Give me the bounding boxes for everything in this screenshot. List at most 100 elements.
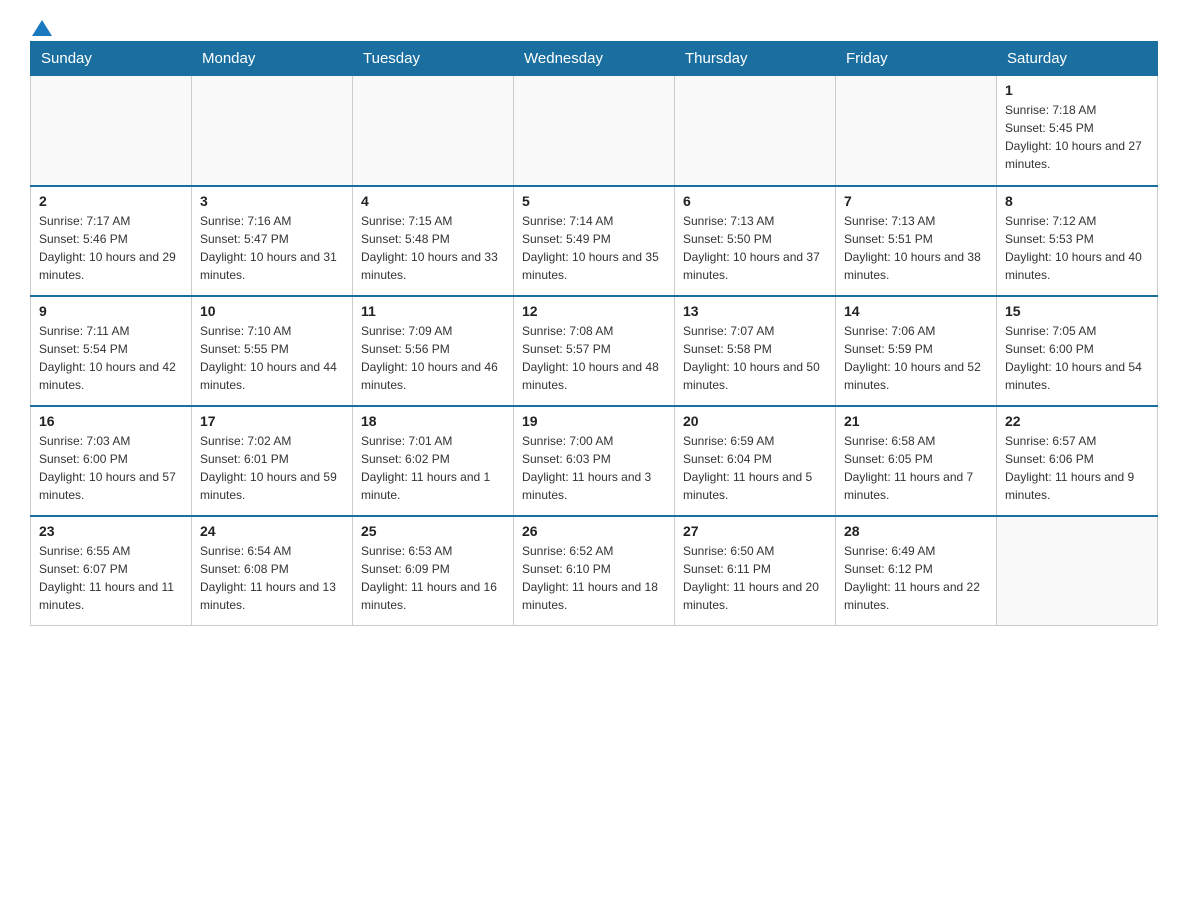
calendar-cell [192, 76, 353, 186]
page-header [30, 20, 1158, 31]
calendar-cell: 20 Sunrise: 6:59 AM Sunset: 6:04 PM Dayli… [675, 406, 836, 516]
day-number: 17 [200, 413, 344, 429]
day-number: 11 [361, 303, 505, 319]
calendar-week-row: 23 Sunrise: 6:55 AM Sunset: 6:07 PM Dayli… [31, 516, 1158, 626]
day-number: 25 [361, 523, 505, 539]
column-header-monday: Monday [192, 42, 353, 76]
calendar-cell [514, 76, 675, 186]
day-number: 2 [39, 193, 183, 209]
day-number: 14 [844, 303, 988, 319]
day-number: 4 [361, 193, 505, 209]
day-number: 18 [361, 413, 505, 429]
calendar-cell: 3 Sunrise: 7:16 AM Sunset: 5:47 PM Daylig… [192, 186, 353, 296]
day-number: 20 [683, 413, 827, 429]
calendar-cell: 25 Sunrise: 6:53 AM Sunset: 6:09 PM Dayli… [353, 516, 514, 626]
calendar-cell: 23 Sunrise: 6:55 AM Sunset: 6:07 PM Dayli… [31, 516, 192, 626]
calendar-cell: 19 Sunrise: 7:00 AM Sunset: 6:03 PM Dayli… [514, 406, 675, 516]
day-info: Sunrise: 6:53 AM Sunset: 6:09 PM Dayligh… [361, 542, 505, 614]
calendar-cell [997, 516, 1158, 626]
column-header-friday: Friday [836, 42, 997, 76]
calendar-cell [31, 76, 192, 186]
calendar-week-row: 2 Sunrise: 7:17 AM Sunset: 5:46 PM Daylig… [31, 186, 1158, 296]
day-number: 5 [522, 193, 666, 209]
day-number: 1 [1005, 82, 1149, 98]
calendar-cell: 15 Sunrise: 7:05 AM Sunset: 6:00 PM Dayli… [997, 296, 1158, 406]
day-info: Sunrise: 7:16 AM Sunset: 5:47 PM Dayligh… [200, 212, 344, 284]
day-number: 8 [1005, 193, 1149, 209]
calendar-cell: 1 Sunrise: 7:18 AM Sunset: 5:45 PM Daylig… [997, 76, 1158, 186]
column-header-sunday: Sunday [31, 42, 192, 76]
calendar-cell: 27 Sunrise: 6:50 AM Sunset: 6:11 PM Dayli… [675, 516, 836, 626]
day-info: Sunrise: 7:11 AM Sunset: 5:54 PM Dayligh… [39, 322, 183, 394]
calendar-cell: 22 Sunrise: 6:57 AM Sunset: 6:06 PM Dayli… [997, 406, 1158, 516]
day-number: 27 [683, 523, 827, 539]
calendar-cell: 6 Sunrise: 7:13 AM Sunset: 5:50 PM Daylig… [675, 186, 836, 296]
calendar-cell: 2 Sunrise: 7:17 AM Sunset: 5:46 PM Daylig… [31, 186, 192, 296]
calendar-cell: 10Sunrise: 7:10 AM Sunset: 5:55 PM Dayli… [192, 296, 353, 406]
day-info: Sunrise: 6:52 AM Sunset: 6:10 PM Dayligh… [522, 542, 666, 614]
logo-triangle-top [32, 20, 52, 36]
calendar-cell: 17 Sunrise: 7:02 AM Sunset: 6:01 PM Dayli… [192, 406, 353, 516]
calendar-cell: 9 Sunrise: 7:11 AM Sunset: 5:54 PM Daylig… [31, 296, 192, 406]
calendar-cell [675, 76, 836, 186]
column-header-thursday: Thursday [675, 42, 836, 76]
calendar-week-row: 1 Sunrise: 7:18 AM Sunset: 5:45 PM Daylig… [31, 76, 1158, 186]
day-info: Sunrise: 6:49 AM Sunset: 6:12 PM Dayligh… [844, 542, 988, 614]
day-info: Sunrise: 7:06 AM Sunset: 5:59 PM Dayligh… [844, 322, 988, 394]
calendar-cell: 4 Sunrise: 7:15 AM Sunset: 5:48 PM Daylig… [353, 186, 514, 296]
day-info: Sunrise: 7:13 AM Sunset: 5:50 PM Dayligh… [683, 212, 827, 284]
day-info: Sunrise: 7:02 AM Sunset: 6:01 PM Dayligh… [200, 432, 344, 504]
day-number: 19 [522, 413, 666, 429]
day-info: Sunrise: 7:18 AM Sunset: 5:45 PM Dayligh… [1005, 101, 1149, 173]
day-info: Sunrise: 6:57 AM Sunset: 6:06 PM Dayligh… [1005, 432, 1149, 504]
day-number: 22 [1005, 413, 1149, 429]
column-header-tuesday: Tuesday [353, 42, 514, 76]
calendar-cell: 11 Sunrise: 7:09 AM Sunset: 5:56 PM Dayli… [353, 296, 514, 406]
day-info: Sunrise: 7:05 AM Sunset: 6:00 PM Dayligh… [1005, 322, 1149, 394]
day-info: Sunrise: 7:00 AM Sunset: 6:03 PM Dayligh… [522, 432, 666, 504]
day-info: Sunrise: 7:13 AM Sunset: 5:51 PM Dayligh… [844, 212, 988, 284]
calendar-cell: 21 Sunrise: 6:58 AM Sunset: 6:05 PM Dayli… [836, 406, 997, 516]
day-number: 23 [39, 523, 183, 539]
column-header-saturday: Saturday [997, 42, 1158, 76]
day-info: Sunrise: 7:08 AM Sunset: 5:57 PM Dayligh… [522, 322, 666, 394]
calendar-cell [353, 76, 514, 186]
day-number: 7 [844, 193, 988, 209]
day-number: 13 [683, 303, 827, 319]
calendar-cell: 5 Sunrise: 7:14 AM Sunset: 5:49 PM Daylig… [514, 186, 675, 296]
calendar-cell: 12 Sunrise: 7:08 AM Sunset: 5:57 PM Dayli… [514, 296, 675, 406]
day-number: 6 [683, 193, 827, 209]
day-info: Sunrise: 7:15 AM Sunset: 5:48 PM Dayligh… [361, 212, 505, 284]
day-number: 15 [1005, 303, 1149, 319]
calendar-cell: 16Sunrise: 7:03 AM Sunset: 6:00 PM Dayli… [31, 406, 192, 516]
calendar-table: SundayMondayTuesdayWednesdayThursdayFrid… [30, 41, 1158, 626]
day-number: 3 [200, 193, 344, 209]
day-info: Sunrise: 6:54 AM Sunset: 6:08 PM Dayligh… [200, 542, 344, 614]
day-info: Sunrise: 7:17 AM Sunset: 5:46 PM Dayligh… [39, 212, 183, 284]
calendar-cell: 26 Sunrise: 6:52 AM Sunset: 6:10 PM Dayli… [514, 516, 675, 626]
day-info: Sunrise: 7:09 AM Sunset: 5:56 PM Dayligh… [361, 322, 505, 394]
day-number: 12 [522, 303, 666, 319]
day-number: 21 [844, 413, 988, 429]
day-info: Sunrise: 6:59 AM Sunset: 6:04 PM Dayligh… [683, 432, 827, 504]
day-info: Sunrise: 7:14 AM Sunset: 5:49 PM Dayligh… [522, 212, 666, 284]
calendar-cell [836, 76, 997, 186]
day-info: Sunrise: 6:55 AM Sunset: 6:07 PM Dayligh… [39, 542, 183, 614]
calendar-cell: 18Sunrise: 7:01 AM Sunset: 6:02 PM Dayli… [353, 406, 514, 516]
calendar-cell: 7 Sunrise: 7:13 AM Sunset: 5:51 PM Daylig… [836, 186, 997, 296]
calendar-week-row: 16Sunrise: 7:03 AM Sunset: 6:00 PM Dayli… [31, 406, 1158, 516]
day-info: Sunrise: 7:07 AM Sunset: 5:58 PM Dayligh… [683, 322, 827, 394]
calendar-cell: 24Sunrise: 6:54 AM Sunset: 6:08 PM Dayli… [192, 516, 353, 626]
day-info: Sunrise: 7:10 AM Sunset: 5:55 PM Dayligh… [200, 322, 344, 394]
day-number: 28 [844, 523, 988, 539]
day-number: 26 [522, 523, 666, 539]
calendar-header-row: SundayMondayTuesdayWednesdayThursdayFrid… [31, 42, 1158, 76]
day-info: Sunrise: 7:12 AM Sunset: 5:53 PM Dayligh… [1005, 212, 1149, 284]
calendar-cell: 14 Sunrise: 7:06 AM Sunset: 5:59 PM Dayli… [836, 296, 997, 406]
calendar-cell: 8 Sunrise: 7:12 AM Sunset: 5:53 PM Daylig… [997, 186, 1158, 296]
day-number: 9 [39, 303, 183, 319]
day-info: Sunrise: 7:03 AM Sunset: 6:00 PM Dayligh… [39, 432, 183, 504]
day-info: Sunrise: 6:58 AM Sunset: 6:05 PM Dayligh… [844, 432, 988, 504]
column-header-wednesday: Wednesday [514, 42, 675, 76]
day-info: Sunrise: 6:50 AM Sunset: 6:11 PM Dayligh… [683, 542, 827, 614]
